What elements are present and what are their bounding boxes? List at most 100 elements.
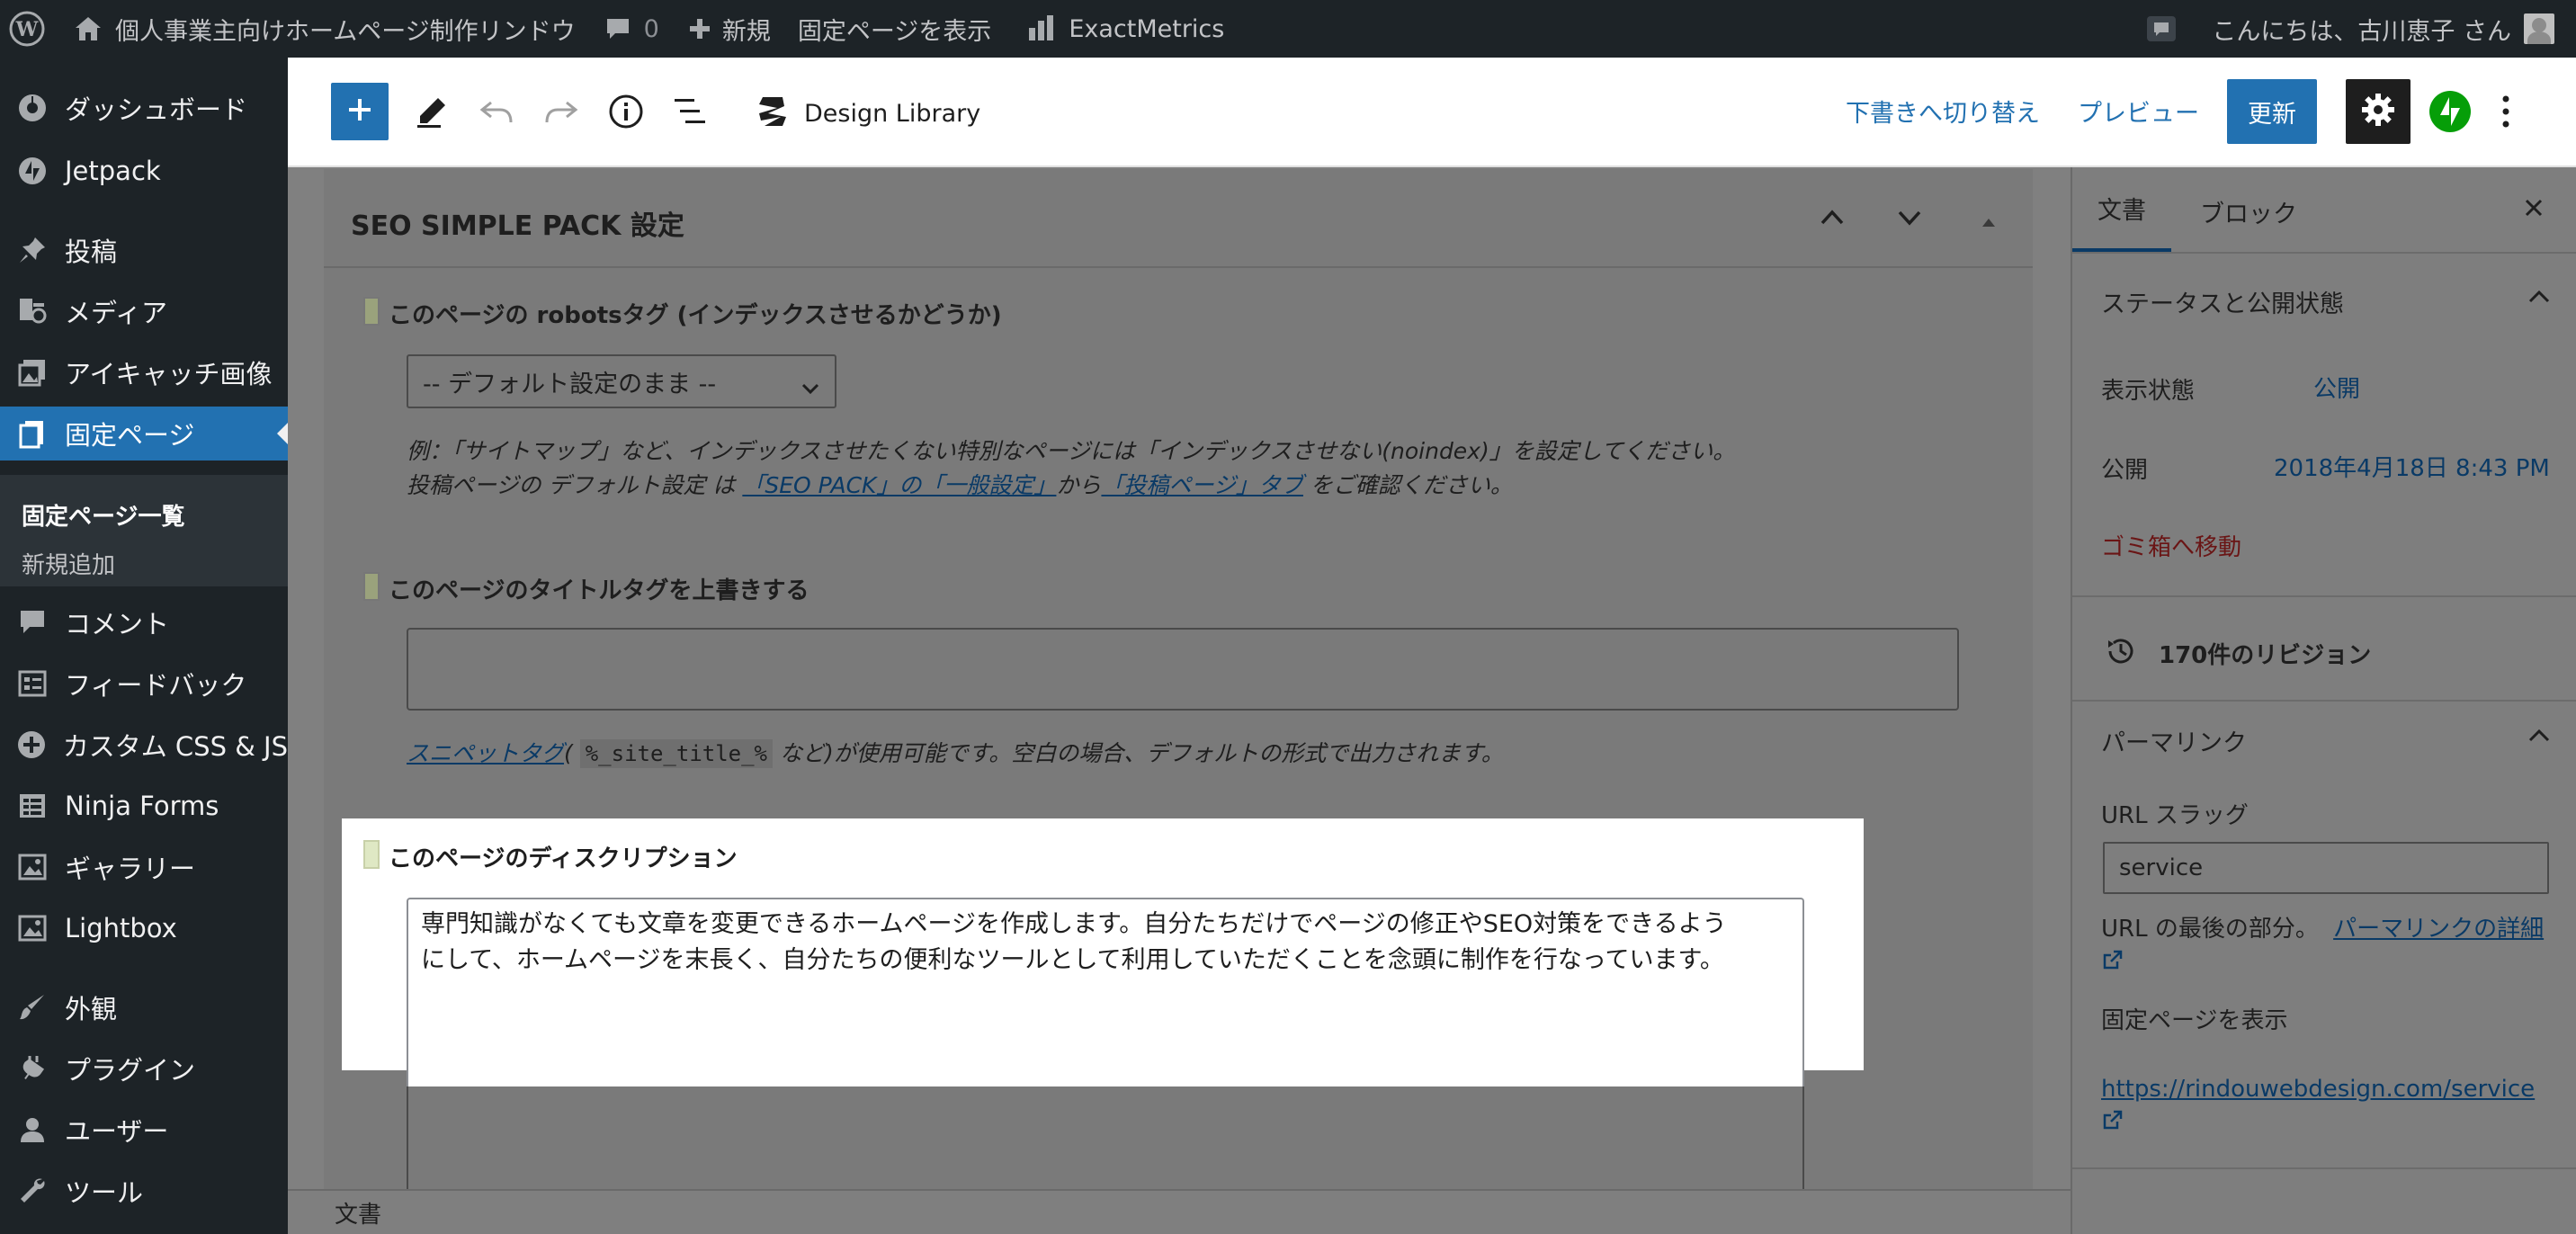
history-icon bbox=[2105, 635, 2137, 671]
snippet-code: %_site_title_% bbox=[579, 739, 774, 768]
description-line2: にして、ホームページを末長く、自分たちの便利なツールとして利用していただくことを… bbox=[421, 946, 1724, 974]
close-icon[interactable] bbox=[2522, 196, 2545, 223]
url-slug-label: URL スラッグ bbox=[2101, 802, 2249, 829]
switch-to-draft-button[interactable]: 下書きへ切り替え bbox=[1846, 94, 2040, 129]
visibility-value[interactable]: 公開 bbox=[2313, 371, 2360, 404]
sidebar-item-featured-images[interactable]: アイキャッチ画像 bbox=[0, 345, 288, 399]
title-tag-label: このページのタイトルタグを上書きする bbox=[389, 577, 809, 604]
plus-icon bbox=[688, 17, 711, 40]
description-line1: 専門知識がなくても文章を変更できるホームページを作成します。自分たちだけでページ… bbox=[421, 910, 1727, 938]
description-textarea[interactable]: 専門知識がなくても文章を変更できるホームページを作成します。自分たちだけでページ… bbox=[407, 898, 1804, 1086]
my-account-link[interactable]: こんにちは、古川恵子 さん bbox=[2201, 0, 2524, 58]
edit-pencil-icon[interactable] bbox=[414, 94, 450, 133]
comments-link[interactable]: 0 bbox=[586, 0, 670, 58]
tab-document[interactable]: 文書 bbox=[2072, 167, 2171, 252]
update-button[interactable]: 更新 bbox=[2227, 79, 2317, 144]
site-name: 個人事業主向けホームページ制作リンドウ bbox=[115, 17, 576, 46]
revisions-link[interactable]: 170件のリビジョン bbox=[2159, 637, 2371, 670]
list-view-icon[interactable] bbox=[673, 95, 709, 131]
sidebar-item-appearance[interactable]: 外観 bbox=[0, 980, 288, 1034]
collapse-toggle-icon[interactable] bbox=[1981, 214, 1997, 231]
section-marker bbox=[363, 572, 380, 601]
move-down-icon[interactable] bbox=[1896, 207, 1923, 232]
notification-icon[interactable] bbox=[2134, 0, 2201, 58]
visibility-label: 表示状態 bbox=[2101, 378, 2196, 405]
robots-select[interactable]: -- デフォルト設定のまま -- bbox=[407, 354, 836, 408]
permalink-panel-title[interactable]: パーマリンク bbox=[2101, 723, 2247, 758]
pin-icon bbox=[0, 235, 65, 265]
design-library-label: Design Library bbox=[804, 99, 981, 128]
exactmetrics-link[interactable]: ExactMetrics bbox=[1002, 0, 1235, 58]
design-library-button[interactable]: Design Library bbox=[756, 94, 980, 133]
sidebar-item-gallery[interactable]: ギャラリー bbox=[0, 840, 288, 894]
sidebar-item-dashboard[interactable]: ダッシュボード bbox=[0, 81, 288, 135]
wordpress-logo-icon[interactable]: W bbox=[0, 0, 63, 58]
title-tag-input[interactable] bbox=[407, 628, 1959, 711]
greeting: こんにちは、古川恵子 さん bbox=[2212, 17, 2511, 46]
breadcrumb-document[interactable]: 文書 bbox=[335, 1196, 381, 1230]
sidebar-item-feedback[interactable]: フィードバック bbox=[0, 657, 288, 711]
sidebar-item-tools[interactable]: ツール bbox=[0, 1164, 288, 1218]
comment-bubble-icon bbox=[604, 16, 631, 41]
divider bbox=[2072, 700, 2576, 702]
plus-circle-icon bbox=[0, 729, 63, 760]
submenu-all-pages[interactable]: 固定ページ一覧 bbox=[22, 498, 184, 532]
gear-icon bbox=[2361, 93, 2395, 130]
settings-tabs: 文書 ブロック bbox=[2072, 167, 2576, 254]
undo-icon[interactable] bbox=[479, 97, 514, 131]
sidebar-item-ninja-forms[interactable]: Ninja Forms bbox=[0, 779, 288, 833]
settings-toggle-button[interactable] bbox=[2346, 79, 2411, 144]
sidebar-item-users[interactable]: ユーザー bbox=[0, 1103, 288, 1157]
pages-submenu: 固定ページ一覧 新規追加 bbox=[0, 475, 288, 586]
chevron-down-icon bbox=[801, 374, 820, 402]
editor-header: Design Library 下書きへ切り替え プレビュー 更新 bbox=[288, 58, 2576, 167]
snippet-tags-link[interactable]: スニペットタグ bbox=[407, 740, 564, 766]
jetpack-button[interactable] bbox=[2428, 90, 2472, 137]
brush-icon bbox=[0, 992, 65, 1023]
permalink-details-link[interactable]: パーマリンクの詳細 bbox=[2333, 916, 2544, 943]
user-icon bbox=[0, 1114, 65, 1145]
home-icon bbox=[74, 15, 103, 42]
submenu-add-new[interactable]: 新規追加 bbox=[22, 547, 115, 580]
images-icon bbox=[0, 357, 65, 388]
sidebar-item-lightbox[interactable]: Lightbox bbox=[0, 901, 288, 955]
sidebar-item-custom-css-js[interactable]: カスタム CSS & JS bbox=[0, 718, 288, 772]
status-panel-title[interactable]: ステータスと公開状態 bbox=[2101, 284, 2344, 319]
divider bbox=[2072, 595, 2576, 597]
chevron-up-icon[interactable] bbox=[2527, 288, 2551, 309]
sidebar-item-plugins[interactable]: プラグイン bbox=[0, 1042, 288, 1095]
chevron-up-icon[interactable] bbox=[2527, 727, 2551, 748]
title-tag-help: スニペットタグ( %_site_title_% など)が使用可能です。空白の場合… bbox=[407, 739, 1504, 768]
admin-sidebar: ダッシュボード Jetpack 投稿 メディア アイキャッチ画像 固定ページ 固… bbox=[0, 58, 288, 1234]
move-to-trash-button[interactable]: ゴミ箱へ移動 bbox=[2101, 529, 2241, 562]
view-page-link[interactable]: 固定ページを表示 bbox=[782, 0, 1002, 58]
robots-select-value: -- デフォルト設定のまま -- bbox=[423, 370, 717, 398]
sidebar-item-media[interactable]: メディア bbox=[0, 284, 288, 338]
site-name-link[interactable]: 個人事業主向けホームページ制作リンドウ bbox=[63, 0, 586, 58]
sidebar-item-jetpack[interactable]: Jetpack bbox=[0, 144, 288, 198]
plus-icon bbox=[346, 96, 373, 127]
page-url-link[interactable]: https://rindouwebdesign.com/service bbox=[2101, 1076, 2535, 1103]
sidebar-item-pages[interactable]: 固定ページ bbox=[0, 407, 288, 461]
preview-button[interactable]: プレビュー bbox=[2078, 94, 2199, 129]
jetpack-icon bbox=[0, 156, 65, 186]
move-up-icon[interactable] bbox=[1819, 207, 1846, 232]
more-options-icon[interactable] bbox=[2500, 94, 2511, 133]
wrench-icon bbox=[0, 1176, 65, 1206]
exactmetrics-label: ExactMetrics bbox=[1069, 14, 1225, 43]
post-page-tab-link[interactable]: 「投稿ページ」タブ bbox=[1101, 472, 1303, 498]
avatar[interactable] bbox=[2524, 0, 2576, 58]
add-block-button[interactable] bbox=[331, 83, 389, 140]
redo-icon[interactable] bbox=[543, 97, 579, 131]
general-settings-link[interactable]: 「SEO PACK」の「一般設定」 bbox=[742, 472, 1056, 498]
sidebar-item-comments[interactable]: コメント bbox=[0, 595, 288, 649]
info-icon[interactable] bbox=[608, 94, 644, 133]
publish-date[interactable]: 2018年4月18日 8:43 PM bbox=[2274, 450, 2550, 483]
new-content-link[interactable]: 新規 bbox=[670, 0, 782, 58]
section-marker bbox=[363, 297, 380, 326]
external-link-icon bbox=[2101, 947, 2124, 981]
url-slug-input[interactable]: service bbox=[2103, 842, 2549, 894]
stackable-logo-icon bbox=[756, 94, 788, 133]
sidebar-item-posts[interactable]: 投稿 bbox=[0, 223, 288, 277]
tab-block[interactable]: ブロック bbox=[2200, 194, 2297, 229]
